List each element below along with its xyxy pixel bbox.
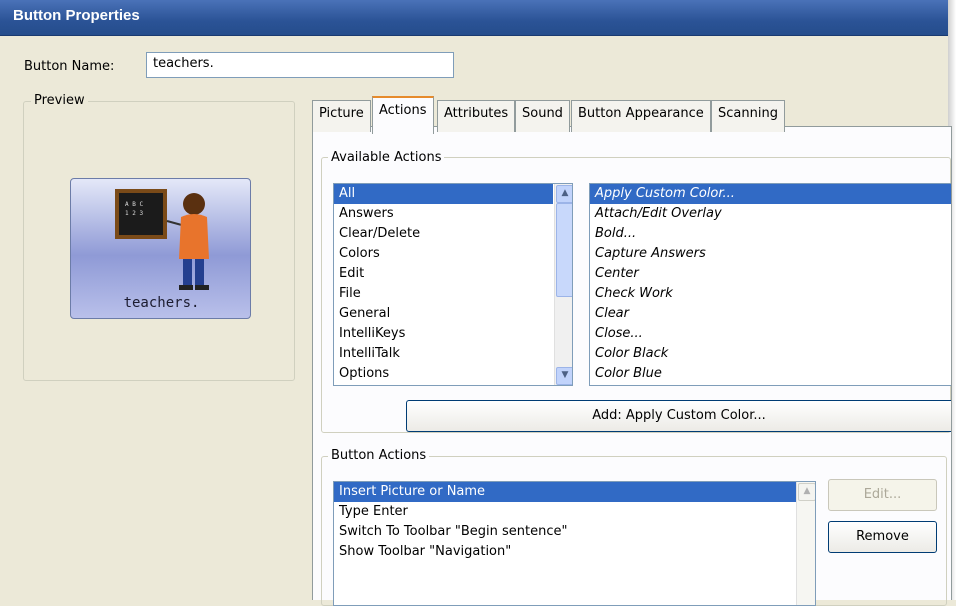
category-item[interactable]: Edit xyxy=(334,264,572,284)
action-item[interactable]: Check Work xyxy=(590,284,951,304)
action-item[interactable]: Close... xyxy=(590,324,951,344)
scroll-down-icon[interactable]: ▼ xyxy=(556,367,572,385)
add-action-button[interactable]: Add: Apply Custom Color... xyxy=(406,400,951,432)
category-item[interactable]: Clear/Delete xyxy=(334,224,572,244)
button-actions-caption: Button Actions xyxy=(328,448,430,463)
available-actions-caption: Available Actions xyxy=(328,150,445,165)
edit-button[interactable]: Edit... xyxy=(828,479,937,511)
teacher-leg-right xyxy=(195,259,204,287)
window-title: Button Properties xyxy=(13,7,140,24)
scroll-up-icon[interactable]: ▲ xyxy=(556,185,572,203)
title-bar: Button Properties xyxy=(0,0,948,36)
button-name-input[interactable]: teachers. xyxy=(146,52,454,78)
teacher-shoe-left xyxy=(179,285,193,290)
scroll-thumb[interactable] xyxy=(556,203,572,297)
teacher-shirt xyxy=(179,214,209,259)
preview-image-label: teachers. xyxy=(123,295,200,311)
action-item[interactable]: Clear xyxy=(590,304,951,324)
category-item[interactable]: Options xyxy=(334,364,572,384)
category-list[interactable]: All Answers Clear/Delete Colors Edit Fil… xyxy=(333,183,573,386)
category-scrollbar[interactable]: ▲ ▼ xyxy=(554,184,572,385)
tab-sound[interactable]: Sound xyxy=(515,100,570,132)
button-action-item[interactable]: Show Toolbar "Navigation" xyxy=(334,542,815,562)
teacher-shoe-right xyxy=(195,285,209,290)
button-actions-scrollbar[interactable]: ▲ xyxy=(796,482,815,605)
teacher-leg-left xyxy=(183,259,192,287)
category-item[interactable]: All xyxy=(334,184,553,204)
teacher-head xyxy=(183,193,205,215)
tab-picture[interactable]: Picture xyxy=(312,100,371,132)
preview-image: A B C 1 2 3 teachers. xyxy=(70,178,251,319)
action-item[interactable]: Color Blue xyxy=(590,364,951,384)
button-action-item[interactable]: Insert Picture or Name xyxy=(334,482,796,502)
tab-scanning[interactable]: Scanning xyxy=(711,100,785,132)
button-action-item[interactable]: Switch To Toolbar "Begin sentence" xyxy=(334,522,815,542)
category-item[interactable]: IntelliTalk xyxy=(334,344,572,364)
tab-button-appearance[interactable]: Button Appearance xyxy=(571,100,711,132)
preview-caption: Preview xyxy=(31,93,88,108)
action-list[interactable]: Apply Custom Color... Attach/Edit Overla… xyxy=(589,183,951,386)
category-item[interactable]: Answers xyxy=(334,204,572,224)
category-item[interactable]: General xyxy=(334,304,572,324)
chalkboard-numbers: 1 2 3 xyxy=(125,210,143,217)
action-item[interactable]: Bold... xyxy=(590,224,951,244)
remove-button[interactable]: Remove xyxy=(828,521,937,553)
tab-actions[interactable]: Actions xyxy=(372,96,434,134)
button-name-label: Button Name: xyxy=(24,59,115,74)
button-actions-list[interactable]: Insert Picture or Name Type Enter Switch… xyxy=(333,481,816,606)
category-item[interactable]: File xyxy=(334,284,572,304)
category-item[interactable]: Colors xyxy=(334,244,572,264)
button-action-item[interactable]: Type Enter xyxy=(334,502,815,522)
action-item[interactable]: Attach/Edit Overlay xyxy=(590,204,951,224)
action-item[interactable]: Color Black xyxy=(590,344,951,364)
scroll-up-icon[interactable]: ▲ xyxy=(798,483,815,501)
action-item[interactable]: Capture Answers xyxy=(590,244,951,264)
tab-attributes[interactable]: Attributes xyxy=(437,100,516,132)
action-item[interactable]: Center xyxy=(590,264,951,284)
category-item[interactable]: IntelliKeys xyxy=(334,324,572,344)
action-item[interactable]: Apply Custom Color... xyxy=(590,184,951,204)
chalkboard-letters: A B C xyxy=(125,201,143,208)
